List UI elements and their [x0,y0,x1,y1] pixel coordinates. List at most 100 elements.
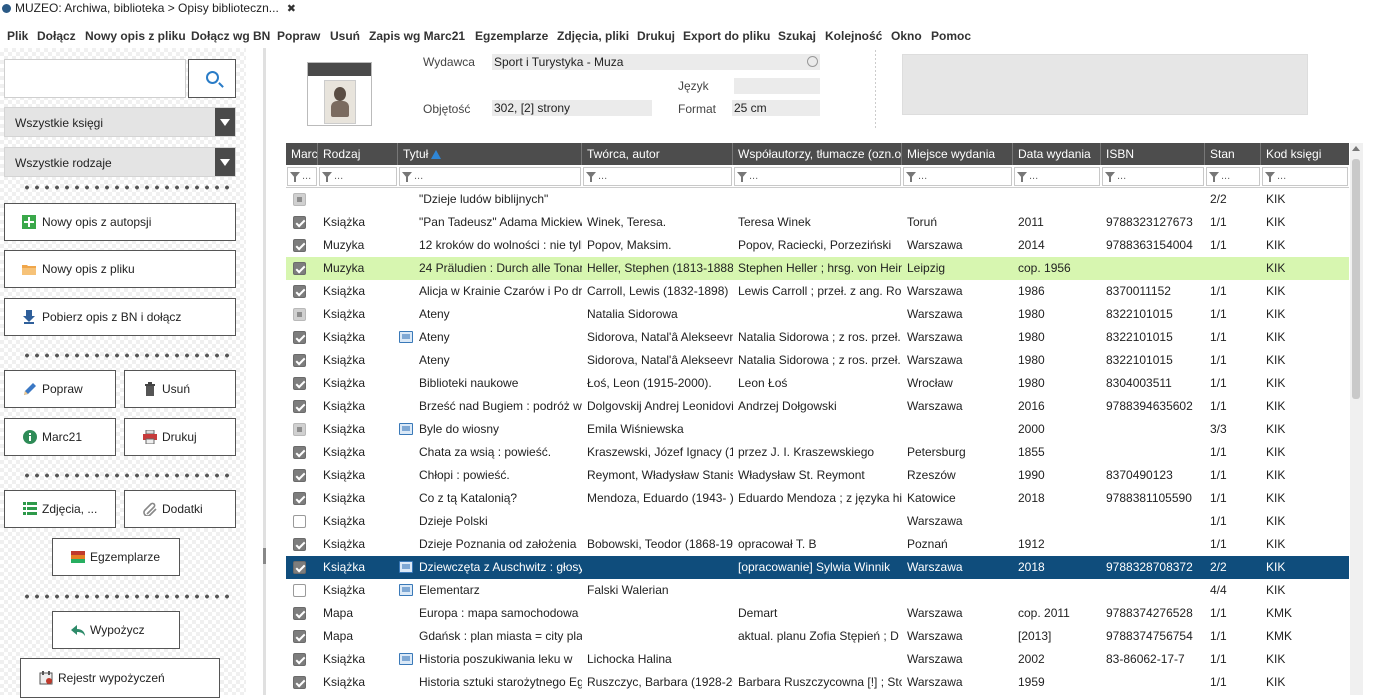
filter-kod[interactable]: ... [1262,167,1348,186]
menu-usun[interactable]: Usuń [330,29,360,43]
marc21-checkbox[interactable] [293,607,306,620]
menu-kolejnosc[interactable]: Kolejność [825,29,882,43]
col-kod[interactable]: Kod księgi [1261,143,1349,165]
filter-isbn[interactable]: ... [1102,167,1204,186]
table-row[interactable]: Mapa Europa : mapa samochodowa Demart Warsz… [286,602,1349,625]
col-tytul[interactable]: Tytuł [398,143,582,165]
volume-field[interactable]: 302, [2] strony [492,100,652,116]
marc21-checkbox[interactable] [293,446,306,459]
close-tab-icon[interactable]: ✖ [287,2,296,17]
col-miejsce[interactable]: Miejsce wydania [902,143,1013,165]
table-row[interactable]: Książka Elementarz Falski Walerian 4/4 KIK [286,579,1349,602]
cover-thumbnail[interactable] [307,62,372,126]
marc21-checkbox[interactable] [293,561,306,574]
scroll-up-icon[interactable] [1352,146,1360,151]
menu-egzemplarze[interactable]: Egzemplarze [475,29,548,43]
lend-button[interactable]: Wypożycz [52,611,180,649]
publisher-search-icon[interactable] [807,56,818,67]
marc21-checkbox[interactable] [293,262,306,275]
table-row[interactable]: Książka Historia poszukiwania leku w Licho… [286,648,1349,671]
edit-button[interactable]: Popraw [4,370,116,408]
loan-register-button[interactable]: Rejestr wypożyczeń [20,658,220,698]
menu-export-do-pliku[interactable]: Export do pliku [683,29,770,43]
marc21-checkbox[interactable] [293,400,306,413]
search-input[interactable] [4,59,186,98]
marc21-checkbox[interactable] [293,653,306,666]
filter-tworca[interactable]: ... [583,167,732,186]
copies-button[interactable]: Egzemplarze [52,538,180,576]
format-field[interactable]: 25 cm [732,100,820,116]
table-row[interactable]: Książka Dzieje Polski Warszawa 1/1 KIK [286,510,1349,533]
panel-splitter[interactable] [263,48,266,695]
filter-marc21[interactable]: ... [287,167,317,186]
col-rodzaj[interactable]: Rodzaj [318,143,398,165]
fetch-bn-button[interactable]: Pobierz opis z BN i dołącz [4,298,236,336]
table-row[interactable]: Muzyka 24 Präludien : Durch alle Tonarten… [286,257,1349,280]
menu-drukuj[interactable]: Drukuj [637,29,675,43]
table-row[interactable]: Książka Brześć nad Bugiem : podróż w Dolgo… [286,395,1349,418]
table-scrollbar[interactable] [1350,143,1363,695]
marc21-checkbox[interactable] [293,285,306,298]
table-row[interactable]: Książka Dzieje Poznania od założenia Bobow… [286,533,1349,556]
new-autopsy-button[interactable]: Nowy opis z autopsji [4,203,236,241]
marc21-checkbox[interactable] [293,354,306,367]
table-row[interactable]: Muzyka 12 kroków do wolności : nie tylko P… [286,234,1349,257]
marc21-checkbox[interactable] [293,239,306,252]
language-field[interactable] [734,78,820,94]
filter-data[interactable]: ... [1014,167,1100,186]
marc21-checkbox[interactable] [293,423,306,436]
table-row[interactable]: Książka Biblioteki naukowe Łoś, Leon (1915… [286,372,1349,395]
marc21-checkbox[interactable] [293,630,306,643]
marc21-checkbox[interactable] [293,469,306,482]
marc21-checkbox[interactable] [293,538,306,551]
table-row[interactable]: Książka Dziewczęta z Auschwitz : głosy [op… [286,556,1349,579]
books-dropdown[interactable]: Wszystkie księgi [4,107,236,137]
search-button[interactable] [188,59,236,98]
marc21-checkbox[interactable] [293,492,306,505]
menu-pomoc[interactable]: Pomoc [931,29,971,43]
menu-dolacz[interactable]: Dołącz [37,29,76,43]
table-row[interactable]: Książka Co z tą Katalonią? Mendoza, Eduard… [286,487,1349,510]
table-row[interactable]: Książka Ateny Sidorova, Natal'â Alekseevna… [286,326,1349,349]
marc21-checkbox[interactable] [293,308,306,321]
table-row[interactable]: Mapa Gdańsk : plan miasta = city plan aktu… [286,625,1349,648]
document-tab[interactable]: MUZEO: Archiwa, biblioteka > Opisy bibli… [2,1,296,17]
scrollbar-thumb[interactable] [1352,159,1360,399]
table-row[interactable]: Książka Chata za wsią : powieść. Kraszewsk… [286,441,1349,464]
marc21-checkbox[interactable] [293,584,306,597]
col-tworca[interactable]: Twórca, autor [582,143,733,165]
menu-okno[interactable]: Okno [891,29,922,43]
col-isbn[interactable]: ISBN [1101,143,1205,165]
marc21-checkbox[interactable] [293,515,306,528]
splitter-grip[interactable] [263,548,266,564]
col-wspolautorzy[interactable]: Współautorzy, tłumacze (ozn.odp.) [733,143,902,165]
filter-wspolautorzy[interactable]: ... [734,167,901,186]
marc21-checkbox[interactable] [293,193,306,206]
col-stan[interactable]: Stan [1205,143,1261,165]
menu-zdjecia-pliki[interactable]: Zdjęcia, pliki [557,29,629,43]
delete-button[interactable]: Usuń [124,370,236,408]
new-from-file-button[interactable]: Nowy opis z pliku [4,250,236,288]
filter-stan[interactable]: ... [1206,167,1260,186]
table-row[interactable]: Książka Byle do wiosny Emila Wiśniewska 200… [286,418,1349,441]
menu-popraw[interactable]: Popraw [277,29,320,43]
table-row[interactable]: Książka Ateny Natalia Sidorowa Warszawa 1980… [286,303,1349,326]
table-row[interactable]: Książka "Pan Tadeusz" Adama Mickiewicza Wi… [286,211,1349,234]
marc21-checkbox[interactable] [293,331,306,344]
menu-plik[interactable]: Plik [7,29,28,43]
col-marc21[interactable]: Marc21 [286,143,318,165]
marc21-button[interactable]: Marc21 [4,418,116,456]
table-row[interactable]: Książka Alicja w Krainie Czarów i Po drug… [286,280,1349,303]
menu-dolacz-wg-bn[interactable]: Dołącz wg BN [191,29,270,43]
filter-tytul[interactable]: ... [399,167,581,186]
kinds-dropdown[interactable]: Wszystkie rodzaje [4,147,236,177]
marc21-checkbox[interactable] [293,216,306,229]
publisher-field[interactable]: Sport i Turystyka - Muza [492,54,820,70]
table-row[interactable]: Książka Historia sztuki starożytnego Egip… [286,671,1349,694]
filter-miejsce[interactable]: ... [903,167,1012,186]
marc21-checkbox[interactable] [293,377,306,390]
menu-nowy-opis-z-pliku[interactable]: Nowy opis z pliku [85,29,186,43]
print-button[interactable]: Drukuj [124,418,236,456]
col-data[interactable]: Data wydania [1013,143,1101,165]
table-row[interactable]: Książka Ateny Sidorova, Natal'â Alekseevna… [286,349,1349,372]
